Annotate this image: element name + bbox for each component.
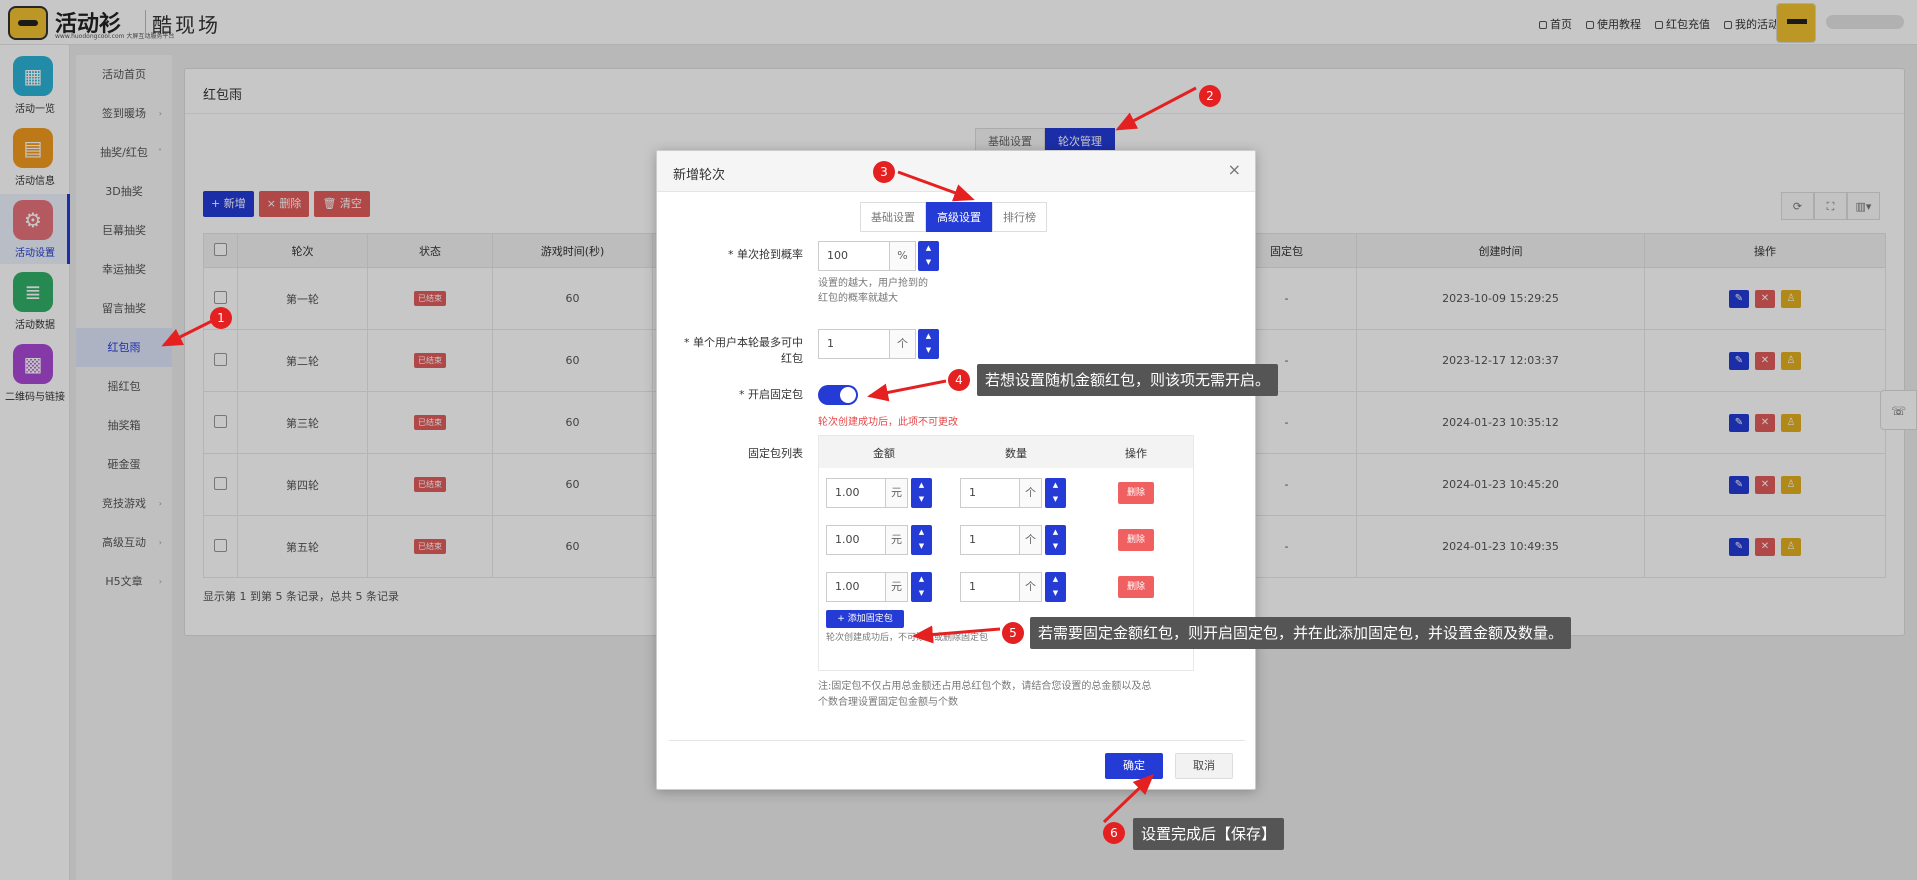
annotation-marker: 6 (1103, 822, 1125, 844)
annotation-arrows (161, 86, 1197, 824)
arrow-2 (1115, 86, 1197, 131)
annotation-marker: 4 (948, 369, 970, 391)
arrow-1 (161, 318, 215, 347)
annotation-tip: 设置完成后【保存】 (1133, 818, 1285, 850)
arrow-4 (867, 379, 947, 402)
arrow-6 (1102, 773, 1155, 824)
annotation-tip: 若想设置随机金额红包，则该项无需开启。 (977, 364, 1279, 396)
annotation-marker: 5 (1002, 622, 1024, 644)
annotation-marker: 1 (210, 307, 232, 329)
annotation-marker: 2 (1199, 85, 1221, 107)
arrow-5 (912, 625, 1001, 644)
arrow-3 (897, 170, 975, 202)
annotation-marker: 3 (873, 161, 895, 183)
annotation-tip: 若需要固定金额红包，则开启固定包，并在此添加固定包，并设置金额及数量。 (1030, 617, 1572, 649)
